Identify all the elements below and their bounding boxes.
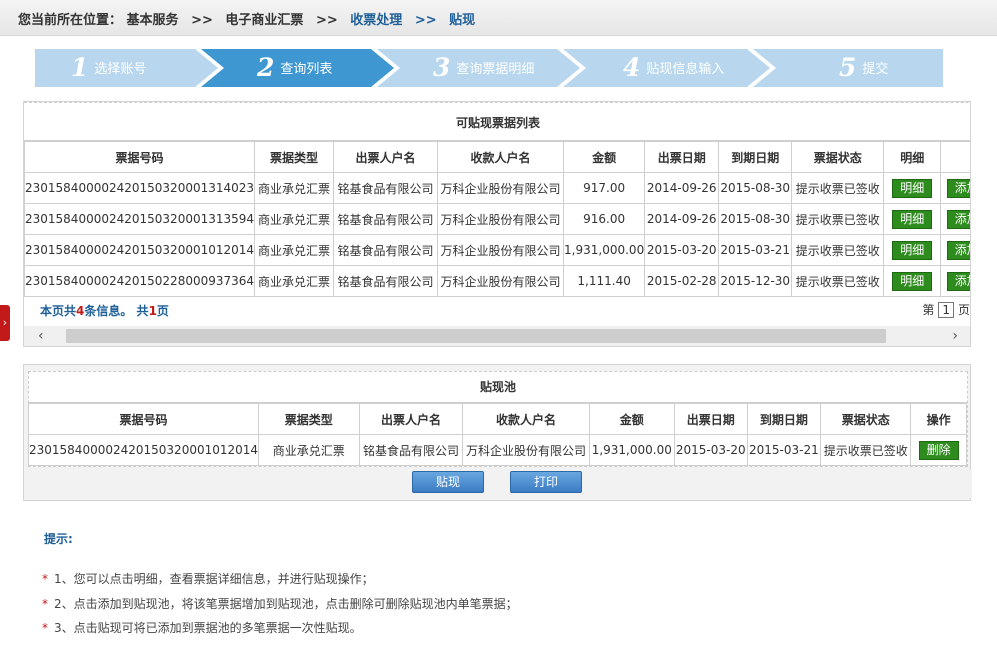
step-1: 1 选择账号 — [71, 53, 147, 82]
detail-button[interactable]: 明细 — [892, 271, 933, 291]
add-to-pool-button[interactable]: 添加到贴现池 — [946, 271, 970, 291]
col-issue-date: 出票日期 — [644, 141, 720, 173]
bill-list-table: 票据号码 票据类型 出票人户名 收款人户名 金额 出票日期 到期日期 票据状态 … — [24, 141, 970, 297]
detail-button[interactable]: 明细 — [892, 209, 933, 229]
breadcrumb: 您当前所在位置： 基本服务 >> 电子商业汇票 >> 收票处理 >> 贴现 — [0, 0, 997, 36]
pool-table: 票据号码 票据类型 出票人户名 收款人户名 金额 出票日期 到期日期 票据状态 … — [27, 403, 967, 466]
step-4: 4 贴现信息输入 — [623, 53, 725, 82]
bill-list-panel: 可贴现票据列表 票据号码 票据类型 出票人户名 收款人户名 金额 出票日期 到期… — [23, 101, 971, 347]
col-due-date: 到期日期 — [718, 141, 793, 173]
table-header-row: 票据号码 票据类型 出票人户名 收款人户名 金额 出票日期 到期日期 票据状态 … — [27, 403, 967, 435]
breadcrumb-prefix: 您当前所在位置： — [18, 13, 123, 28]
col-amount: 金额 — [588, 403, 675, 435]
col-amount: 金额 — [563, 141, 646, 173]
horizontal-scrollbar[interactable]: ‹ › — [24, 326, 970, 346]
col-operation: 操作 — [940, 141, 970, 173]
step-3: 3 查询票据明细 — [433, 53, 535, 82]
breadcrumb-separator: >> — [315, 13, 338, 28]
pager: 第 1 页 — [922, 302, 970, 318]
col-status: 票据状态 — [820, 403, 912, 435]
col-payee: 收款人户名 — [437, 141, 565, 173]
breadcrumb-separator: >> — [414, 13, 437, 28]
scroll-right-icon[interactable]: › — [952, 326, 958, 346]
breadcrumb-item-discount: 贴现 — [449, 13, 476, 28]
tips-title: 提示: — [44, 532, 73, 546]
col-bill-type: 票据类型 — [258, 403, 360, 435]
breadcrumb-item-receive[interactable]: 收票处理 — [350, 13, 402, 28]
add-to-pool-button[interactable]: 添加到贴现池 — [946, 178, 970, 198]
tip-item: * 1、您可以点击明细，查看票据详细信息，并进行贴现操作； — [42, 572, 374, 586]
breadcrumb-item-ecds[interactable]: 电子商业汇票 — [225, 13, 303, 28]
breadcrumb-separator: >> — [191, 13, 213, 28]
breadcrumb-item-basic[interactable]: 基本服务 — [127, 13, 179, 28]
step-5: 5 提交 — [839, 53, 889, 82]
table-row: 230158400002420150320001313594 商业承兑汇票 铭基食品… — [24, 203, 970, 235]
discount-pool-panel: 贴现池 票据号码 票据类型 出票人户名 收款人户名 金额 出票日期 到期日期 票… — [23, 364, 972, 501]
record-count-text: 本页共4条信息。 共1页 — [40, 304, 169, 318]
step-wizard: 1 选择账号 2 查询列表 3 查询票据明细 4 贴现信息输入 5 提交 — [35, 49, 943, 87]
asterisk-icon: * — [42, 597, 48, 611]
table-row: 230158400002420150320001314023 商业承兑汇票 铭基食品… — [24, 172, 970, 204]
scroll-left-icon[interactable]: ‹ — [38, 326, 44, 346]
asterisk-icon: * — [42, 621, 48, 635]
page-number-input[interactable]: 1 — [938, 302, 955, 318]
col-drawer: 出票人户名 — [333, 141, 439, 173]
pool-title: 贴现池 — [29, 372, 967, 403]
bill-list-title: 可贴现票据列表 — [24, 103, 970, 141]
delete-button[interactable]: 删除 — [918, 440, 959, 460]
discount-button[interactable]: 贴现 — [412, 471, 484, 493]
step-2-active: 2 查询列表 — [257, 53, 333, 82]
bill-list-footer: 本页共4条信息。 共1页 第 1 页 — [24, 295, 970, 319]
add-to-pool-button[interactable]: 添加到贴现池 — [946, 240, 970, 260]
col-drawer: 出票人户名 — [358, 403, 464, 435]
chevron-right-icon: › — [2, 316, 8, 329]
table-header-row: 票据号码 票据类型 出票人户名 收款人户名 金额 出票日期 到期日期 票据状态 … — [24, 141, 970, 173]
sidebar-toggle[interactable]: › — [0, 305, 10, 341]
col-status: 票据状态 — [791, 141, 885, 173]
col-bill-no: 票据号码 — [24, 141, 256, 173]
pool-button-bar: 贴现 打印 — [24, 470, 972, 498]
table-row: 230158400002420150228000937364 商业承兑汇票 铭基食品… — [24, 265, 970, 297]
tip-item: * 3、点击贴现可将已添加到票据池的多笔票据一次性贴现。 — [42, 621, 362, 635]
scrollbar-thumb[interactable] — [66, 329, 886, 343]
tip-item: * 2、点击添加到贴现池，将该笔票据增加到贴现池，点击删除可删除贴现池内单笔票据； — [42, 597, 518, 611]
table-row: 230158400002420150320001012014 商业承兑汇票 铭基食品… — [24, 234, 970, 266]
col-bill-no: 票据号码 — [27, 403, 260, 435]
col-operation: 操作 — [910, 403, 967, 435]
col-detail: 明细 — [883, 141, 942, 173]
col-due-date: 到期日期 — [746, 403, 822, 435]
col-issue-date: 出票日期 — [673, 403, 748, 435]
print-button[interactable]: 打印 — [510, 471, 582, 493]
col-payee: 收款人户名 — [462, 403, 590, 435]
col-bill-type: 票据类型 — [254, 141, 335, 173]
asterisk-icon: * — [42, 572, 48, 586]
add-to-pool-button[interactable]: 添加到贴现池 — [946, 209, 970, 229]
detail-button[interactable]: 明细 — [892, 240, 933, 260]
table-row: 230158400002420150320001012014 商业承兑汇票 铭基食品… — [27, 434, 967, 466]
detail-button[interactable]: 明细 — [892, 178, 933, 198]
